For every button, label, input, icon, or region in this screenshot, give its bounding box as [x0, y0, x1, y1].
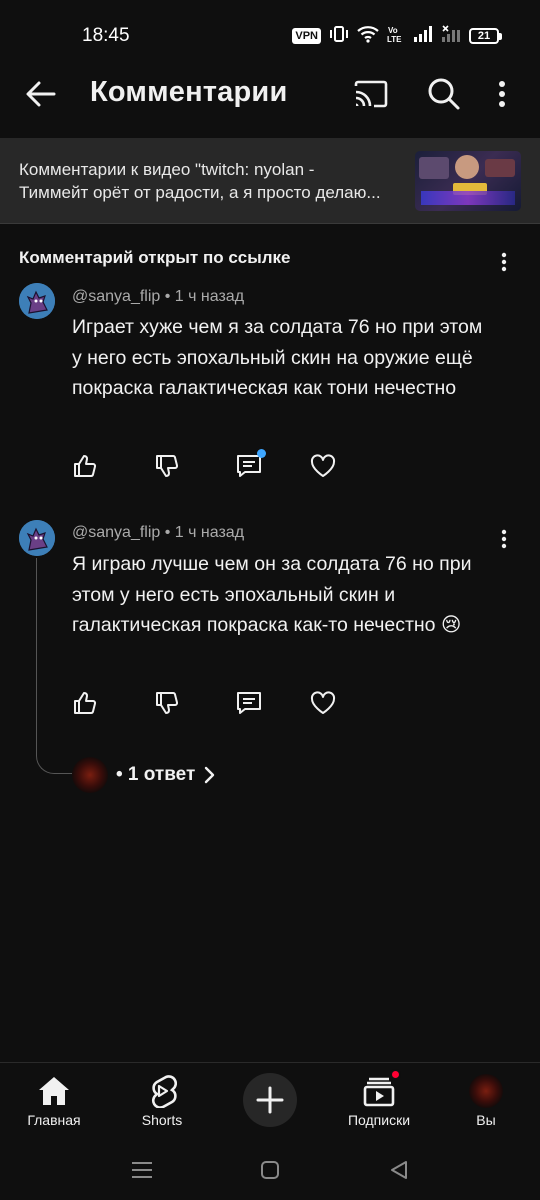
shorts-icon: [147, 1073, 177, 1109]
avatar[interactable]: [19, 520, 55, 556]
nav-shorts[interactable]: Shorts: [122, 1063, 202, 1141]
vpn-icon: VPN: [292, 28, 321, 44]
volte-icon: Vo LTE: [387, 25, 405, 48]
video-title-line1: Комментарии к видео "twitch: nyolan -: [19, 160, 315, 179]
status-icons: VPN Vo LTE 21: [292, 24, 502, 48]
wifi-icon: [357, 25, 379, 48]
status-time: 18:45: [82, 25, 130, 46]
nav-subscriptions[interactable]: Подписки: [334, 1063, 424, 1141]
comment-actions: [72, 690, 336, 716]
video-title-line2: Тиммейт орёт от радости, а я просто дела…: [19, 183, 381, 202]
reply-icon[interactable]: [236, 690, 262, 716]
comment-text: Играет хуже чем я за солдата 76 но при э…: [72, 316, 483, 399]
comment-more-icon[interactable]: [492, 525, 516, 553]
vibrate-icon: [329, 25, 349, 48]
reply-notification-dot: [257, 449, 266, 458]
section-heading: Комментарий открыт по ссылке: [19, 248, 291, 267]
heart-icon[interactable]: [310, 453, 336, 479]
recent-apps-icon[interactable]: [127, 1155, 157, 1185]
like-icon[interactable]: [72, 690, 98, 716]
signal-icon: [413, 25, 433, 48]
nav-home[interactable]: Главная: [14, 1063, 94, 1141]
nav-label: Подписки: [347, 1112, 411, 1128]
search-icon[interactable]: [424, 74, 464, 114]
nav-label: Shorts: [141, 1112, 183, 1128]
account-avatar: [469, 1074, 503, 1108]
home-icon: [37, 1073, 71, 1109]
subscriptions-notification-dot: [390, 1069, 401, 1080]
comment-actions: [72, 449, 336, 479]
nav-label: Главная: [27, 1112, 81, 1128]
bottom-nav: Главная Shorts Подписки Вы: [0, 1062, 540, 1140]
comment-meta: @sanya_flip • 1 ч назад: [72, 524, 245, 541]
comment-text: Я играю лучше чем он за солдата 76 но пр…: [72, 553, 472, 636]
back-arrow-icon[interactable]: [21, 74, 61, 114]
chevron-right-icon: [203, 766, 215, 784]
cast-icon[interactable]: [351, 74, 391, 114]
thread-line: [36, 558, 72, 774]
battery-icon: 21: [469, 28, 502, 44]
dislike-icon[interactable]: [154, 690, 180, 716]
system-nav-bar: [0, 1140, 540, 1200]
video-context-bar[interactable]: Комментарии к видео "twitch: nyolan - Ти…: [0, 138, 540, 224]
dislike-icon[interactable]: [154, 453, 180, 479]
video-title: Комментарии к видео "twitch: nyolan - Ти…: [19, 158, 404, 204]
subscriptions-icon: [363, 1069, 401, 1109]
create-plus-icon[interactable]: [243, 1073, 297, 1127]
view-replies-button[interactable]: • 1 ответ: [72, 757, 215, 793]
nav-you[interactable]: Вы: [450, 1063, 522, 1141]
home-button-icon[interactable]: [255, 1155, 285, 1185]
svg-text:Vo: Vo: [388, 26, 398, 35]
like-icon[interactable]: [72, 453, 98, 479]
video-thumbnail[interactable]: [415, 151, 521, 211]
comment-meta: @sanya_flip • 1 ч назад: [72, 288, 245, 305]
signal-x-icon: [441, 24, 461, 48]
section-more-icon[interactable]: [492, 248, 516, 276]
back-triangle-icon[interactable]: [384, 1155, 414, 1185]
avatar[interactable]: [19, 283, 55, 319]
replies-count: • 1 ответ: [116, 764, 196, 785]
heart-icon[interactable]: [310, 690, 336, 716]
nav-label: Вы: [476, 1112, 496, 1128]
page-title: Комментарии: [90, 76, 288, 108]
battery-level: 21: [469, 28, 499, 44]
reply-icon[interactable]: [236, 449, 266, 479]
app-header: Комментарии: [0, 56, 540, 138]
status-bar: 18:45 VPN Vo LTE 21: [0, 0, 540, 56]
svg-text:LTE: LTE: [387, 35, 402, 43]
avatar: [72, 757, 108, 793]
more-vertical-icon[interactable]: [487, 74, 517, 114]
